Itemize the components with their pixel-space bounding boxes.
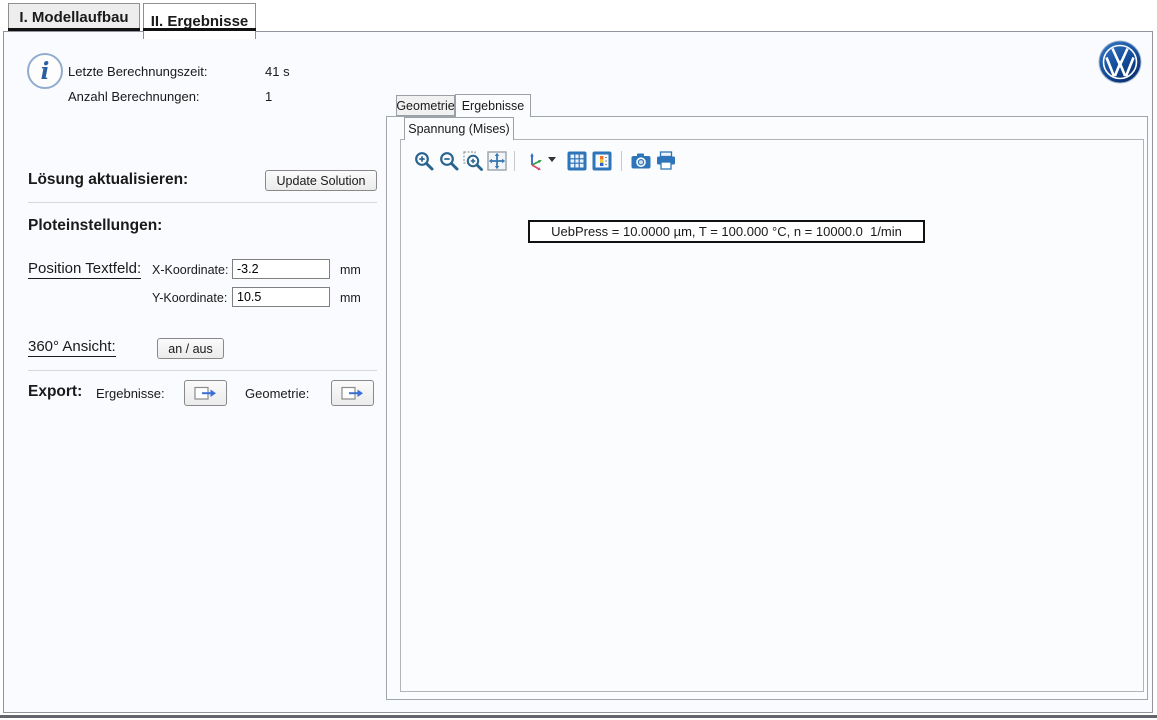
info-icon: i: [27, 53, 63, 89]
zoom-in-icon[interactable]: [413, 150, 435, 172]
grid-toggle-icon[interactable]: [566, 150, 588, 172]
export-geometry-label: Geometrie:: [245, 386, 309, 401]
toolbar-separator: [514, 151, 515, 171]
export-results-button[interactable]: [184, 380, 227, 406]
tab-ergebnisse[interactable]: II. Ergebnisse: [143, 3, 256, 39]
axis-orientation-icon[interactable]: [524, 150, 546, 172]
print-icon[interactable]: [655, 150, 677, 172]
zoom-out-icon[interactable]: [438, 150, 460, 172]
computation-count-label: Anzahl Berechnungen:: [68, 89, 200, 104]
divider: [28, 202, 377, 203]
toolbar-separator: [621, 151, 622, 171]
zoom-box-icon[interactable]: [462, 150, 484, 172]
computation-count-value: 1: [265, 89, 272, 104]
zoom-extents-icon[interactable]: [486, 150, 508, 172]
x-coordinate-unit: mm: [340, 263, 361, 277]
tab-spannung-mises[interactable]: Spannung (Mises): [404, 117, 514, 140]
legend-toggle-icon[interactable]: [591, 150, 613, 172]
x-coordinate-label: X-Koordinate:: [152, 263, 228, 277]
y-coordinate-field[interactable]: [232, 287, 330, 307]
tab-underline: [8, 28, 140, 31]
snapshot-camera-icon[interactable]: [630, 150, 652, 172]
tab-spannung-mises-label: Spannung (Mises): [408, 122, 509, 136]
window-bottom-edge: [0, 715, 1157, 718]
view-360-label: 360° Ansicht:: [28, 338, 116, 357]
view-360-toggle-button[interactable]: an / aus: [157, 338, 224, 359]
update-solution-button[interactable]: Update Solution: [265, 170, 377, 191]
last-computation-time-value: 41 s: [265, 64, 290, 79]
textfield-position-label: Position Textfeld:: [28, 260, 141, 279]
vw-logo: [1098, 40, 1142, 84]
tab-plot-ergebnisse-label: Ergebnisse: [462, 99, 525, 113]
export-heading: Export:: [28, 383, 82, 401]
export-results-label: Ergebnisse:: [96, 386, 165, 401]
tab-modellaufbau[interactable]: I. Modellaufbau: [8, 3, 140, 31]
export-icon: [341, 386, 365, 401]
y-coordinate-label: Y-Koordinate:: [152, 291, 227, 305]
export-icon: [194, 386, 218, 401]
axis-orientation-dropdown-caret[interactable]: [548, 157, 556, 162]
divider: [28, 370, 377, 371]
tab-plot-ergebnisse[interactable]: Ergebnisse: [455, 94, 531, 117]
tab-modellaufbau-label: I. Modellaufbau: [19, 9, 128, 26]
update-solution-heading: Lösung aktualisieren:: [28, 171, 188, 189]
x-coordinate-field[interactable]: [232, 259, 330, 279]
plot-settings-heading: Ploteinstellungen:: [28, 217, 162, 235]
tab-underline: [143, 28, 256, 31]
export-geometry-button[interactable]: [331, 380, 374, 406]
tab-geometrie-label: Geometrie: [396, 99, 454, 113]
y-coordinate-unit: mm: [340, 291, 361, 305]
last-computation-time-label: Letzte Berechnungszeit:: [68, 64, 207, 79]
plot-annotation: UebPress = 10.0000 µm, T = 100.000 °C, n…: [528, 220, 925, 243]
tab-geometrie[interactable]: Geometrie: [396, 95, 455, 116]
